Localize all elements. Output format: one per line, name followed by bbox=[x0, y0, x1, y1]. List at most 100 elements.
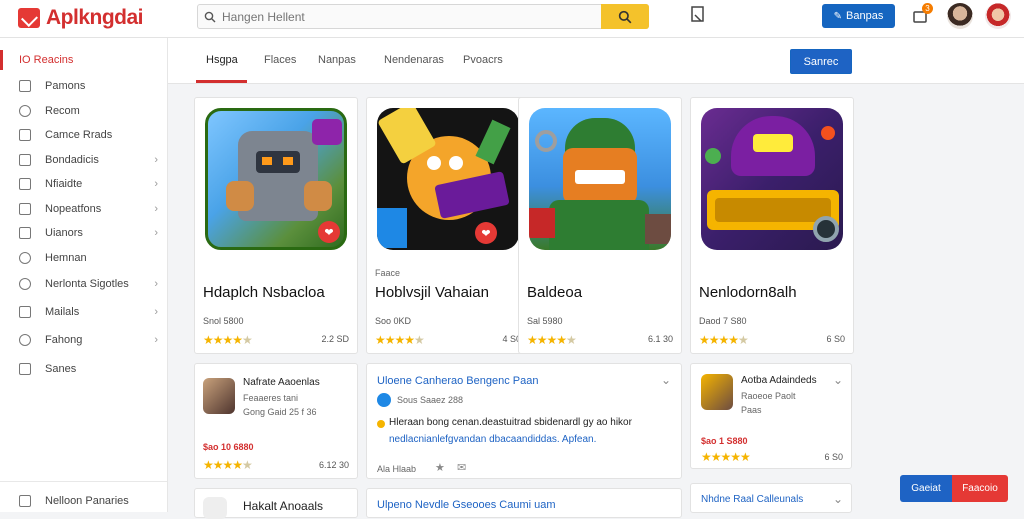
top-bar: Aplkngdai ✎ Banpas 3 bbox=[0, 0, 1024, 38]
favorite-icon[interactable]: ❤ bbox=[475, 222, 497, 244]
sidebar-item-label: Camce Rrads bbox=[45, 129, 113, 141]
sidebar-item-label: Recom bbox=[45, 105, 80, 117]
sidebar-item-1[interactable]: Pamons bbox=[0, 74, 167, 98]
cards-icon bbox=[19, 129, 31, 141]
detail-title[interactable]: Uloene Canherao Bengenc Paan bbox=[377, 375, 538, 387]
chevron-down-icon[interactable]: ⌄ bbox=[833, 373, 843, 387]
tabs-action-button[interactable]: Sanrec bbox=[790, 49, 852, 74]
sidebar-item-label: Mailals bbox=[45, 306, 80, 318]
game-card[interactable]: Baldeoa Sal 5980 ★★★★★ 6.1 30 bbox=[518, 97, 682, 354]
sidebar-item-11[interactable]: Fahong › bbox=[0, 328, 167, 352]
tag-icon bbox=[19, 203, 31, 215]
sidebar-item-0[interactable]: IO Reacins bbox=[0, 48, 167, 72]
logo[interactable]: Aplkngdai bbox=[18, 6, 144, 30]
game-subtitle: Sal 5980 bbox=[527, 316, 563, 326]
list-subtitle: Feaaeres tani bbox=[243, 393, 299, 403]
list-card[interactable]: Nhdne Raal Calleunals ⌄ bbox=[690, 483, 852, 513]
sidebar-item-label: IO Reacins bbox=[19, 54, 74, 66]
tab-3[interactable]: Nendenaras bbox=[384, 54, 444, 66]
game-title: Nenlodorn8alh bbox=[699, 284, 797, 301]
document-icon[interactable] bbox=[690, 6, 706, 24]
search-input[interactable] bbox=[222, 5, 601, 28]
game-card[interactable]: ❤ Hdaplch Nsbacloa Snol 5800 ★★★★★ 2.2 S… bbox=[194, 97, 358, 354]
rating-value: 6 S0 bbox=[826, 334, 845, 344]
rating-value: 6.1 30 bbox=[647, 334, 673, 344]
search-button[interactable] bbox=[601, 4, 649, 29]
pencil-icon: ✎ bbox=[833, 10, 843, 22]
tab-4[interactable]: Pvoacrs bbox=[463, 54, 503, 66]
star-rating: ★★★★★ bbox=[527, 333, 577, 347]
detail-card[interactable]: Uloene Canherao Bengenc Paan ⌄ Sous Saae… bbox=[366, 363, 682, 479]
favorite-icon[interactable]: ❤ bbox=[318, 221, 340, 243]
sidebar-item-2[interactable]: Recom bbox=[0, 99, 167, 123]
list-title: Nafrate Aaoenlas bbox=[243, 377, 320, 388]
detail-card[interactable]: Ulpeno Nevdle Gseooes Caumi uam bbox=[366, 488, 682, 518]
star-rating: ★★★★★ bbox=[699, 333, 749, 347]
floating-right-button[interactable]: Faacoio bbox=[952, 475, 1008, 502]
price-label: $ao 10 6880 bbox=[203, 442, 254, 452]
profile-avatar[interactable] bbox=[985, 3, 1011, 29]
sidebar: IO Reacins Pamons Recom Camce Rrads Bond… bbox=[0, 38, 168, 512]
detail-description-line: nedlacnianlefgvandan dbacaandiddas. Apfe… bbox=[389, 434, 597, 445]
source-icon bbox=[377, 393, 391, 407]
game-title: Hoblvsjil Vahaian bbox=[375, 284, 489, 301]
list-card[interactable]: Aotba Adaindeds ⌄ Raoeoe Paolt Paas $ao … bbox=[690, 363, 852, 469]
star-icon[interactable]: ★ bbox=[435, 461, 445, 474]
sidebar-item-9[interactable]: Nerlonta Sigotles › bbox=[0, 272, 167, 296]
floating-left-button[interactable]: Gaeiat bbox=[900, 475, 952, 502]
detail-description-line: Hleraan bong cenan.deastuitrad sbidenard… bbox=[389, 417, 632, 428]
notification-button[interactable]: 3 bbox=[912, 3, 934, 27]
sidebar-item-6[interactable]: Nopeatfons › bbox=[0, 197, 167, 221]
game-card[interactable]: ❤ Faace Hoblvsjil Vahaian Soo 0KD ★★★★★ … bbox=[366, 97, 530, 354]
list-meta: Paas bbox=[741, 405, 762, 415]
chevron-right-icon: › bbox=[154, 154, 158, 166]
sidebar-item-5[interactable]: Nfiaidte › bbox=[0, 172, 167, 196]
game-title: Baldeoa bbox=[527, 284, 583, 301]
sidebar-item-10[interactable]: Mailals › bbox=[0, 300, 167, 324]
sidebar-item-label: Hemnan bbox=[45, 252, 87, 264]
grid-icon bbox=[19, 178, 31, 190]
sidebar-item-8[interactable]: Hemnan bbox=[0, 246, 167, 270]
sidebar-footer-item[interactable]: Nelloon Panaries bbox=[0, 489, 167, 513]
sidebar-item-label: Nerlonta Sigotles bbox=[45, 278, 129, 290]
star-rating: ★★★★★ bbox=[701, 450, 751, 464]
sidebar-item-3[interactable]: Camce Rrads bbox=[0, 123, 167, 147]
search-icon bbox=[198, 5, 222, 29]
game-thumbnail bbox=[701, 108, 843, 250]
chevron-down-icon[interactable]: ⌄ bbox=[833, 492, 843, 506]
upload-button-label: Banpas bbox=[846, 10, 884, 22]
sidebar-item-4[interactable]: Bondadicis › bbox=[0, 148, 167, 172]
star-rating: ★★★★★ bbox=[375, 333, 425, 347]
upload-button[interactable]: ✎ Banpas bbox=[822, 4, 895, 28]
user-icon bbox=[19, 252, 31, 264]
list-card[interactable]: Nafrate Aaoenlas Feaaeres tani Gong Gaid… bbox=[194, 363, 358, 479]
game-thumbnail bbox=[377, 108, 519, 250]
list-card[interactable]: Hakalt Anoaals bbox=[194, 488, 358, 519]
home-icon bbox=[19, 80, 31, 92]
notification-badge: 3 bbox=[922, 3, 933, 14]
rating-value: 6 S0 bbox=[824, 452, 843, 462]
detail-title[interactable]: Ulpeno Nevdle Gseooes Caumi uam bbox=[377, 499, 556, 511]
list-title: Nhdne Raal Calleunals bbox=[701, 494, 804, 505]
avatar[interactable] bbox=[947, 3, 973, 29]
game-card[interactable]: Nenlodorn8alh Daod 7 S80 ★★★★★ 6 S0 bbox=[690, 97, 854, 354]
game-icon bbox=[203, 378, 235, 414]
search-bar bbox=[197, 4, 649, 29]
sidebar-item-12[interactable]: Sanes bbox=[0, 357, 167, 381]
game-subtitle: Snol 5800 bbox=[203, 316, 244, 326]
chevron-down-icon[interactable]: ⌄ bbox=[661, 373, 671, 387]
chevron-right-icon: › bbox=[154, 334, 158, 346]
sidebar-divider bbox=[0, 481, 167, 482]
list-title: Hakalt Anoaals bbox=[243, 499, 324, 513]
tab-1[interactable]: Flaces bbox=[264, 54, 296, 66]
comment-icon[interactable]: ✉ bbox=[457, 461, 466, 474]
game-small-label: Faace bbox=[375, 268, 401, 278]
sidebar-item-7[interactable]: Uianors › bbox=[0, 221, 167, 245]
clock-icon bbox=[19, 105, 31, 117]
tab-2[interactable]: Nanpas bbox=[318, 54, 356, 66]
sidebar-item-label: Uianors bbox=[45, 227, 83, 239]
box-icon bbox=[19, 154, 31, 166]
chevron-right-icon: › bbox=[154, 203, 158, 215]
tab-0[interactable]: Hsgpa bbox=[206, 54, 238, 66]
game-title: Hdaplch Nsbacloa bbox=[203, 284, 325, 301]
